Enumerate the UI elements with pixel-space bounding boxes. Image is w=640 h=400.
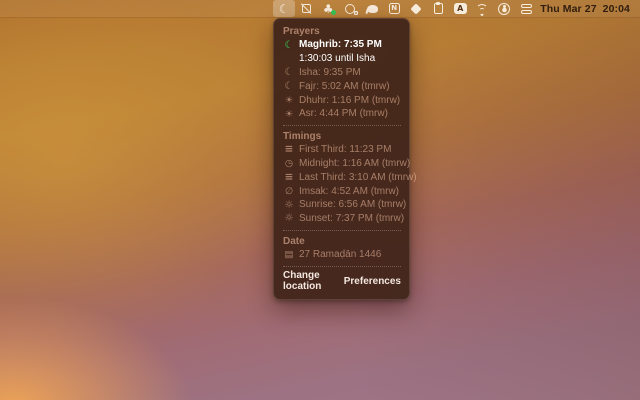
popover-footer: Change location Preferences: [283, 270, 401, 292]
prayer-row-label: Asr: 4:44 PM (tmrw): [299, 108, 388, 119]
clock-icon: [283, 158, 295, 169]
sun-icon: [283, 95, 295, 106]
prayer-row-label: Dhuhr: 1:16 PM (tmrw): [299, 95, 400, 106]
preferences-button[interactable]: Preferences: [344, 276, 401, 287]
crescent-moon-icon: [283, 40, 295, 51]
menubar-clock[interactable]: Thu Mar 27 20:04: [540, 3, 630, 15]
timing-row-sunset: Sunset: 7:37 PM (tmrw): [283, 212, 401, 226]
menu-bar-status-items: Thu Mar 27 20:04: [273, 0, 630, 17]
timing-row-imsak: Imsak: 4:52 AM (tmrw): [283, 184, 401, 198]
sun-icon: [283, 109, 295, 120]
menu-bar: Thu Mar 27 20:04: [0, 0, 640, 17]
prayer-row-dhuhr: Dhuhr: 1:16 PM (tmrw): [283, 93, 401, 107]
prayers-section-header: Prayers: [283, 25, 401, 38]
control-center-icon[interactable]: [515, 0, 537, 17]
prayer-row-label: Maghrib: 7:35 PM: [299, 39, 382, 50]
elephant-icon[interactable]: [361, 0, 383, 17]
prayer-row-isha: Isha: 9:35 PM: [283, 66, 401, 80]
crescent-moon-icon: [283, 67, 295, 78]
timing-row-first-third: First Third: 11:23 PM: [283, 143, 401, 157]
calendar-icon: [283, 249, 295, 260]
countdown-label: 1:30:03 until Isha: [299, 53, 375, 64]
sunrise-icon: [283, 200, 295, 211]
timing-row-last-third: Last Third: 3:10 AM (tmrw): [283, 170, 401, 184]
prayer-times-popover: Prayers Maghrib: 7:35 PM 1:30:03 until I…: [273, 18, 410, 300]
diamond-icon[interactable]: [405, 0, 427, 17]
clipboard-icon[interactable]: [427, 0, 449, 17]
timings-section-header: Timings: [283, 130, 401, 143]
thirds-icon: [283, 172, 295, 183]
timing-row-label: Midnight: 1:16 AM (tmrw): [299, 158, 410, 169]
notion-icon[interactable]: [383, 0, 405, 17]
timing-row-sunrise: Sunrise: 6:56 AM (tmrw): [283, 198, 401, 212]
divider: [283, 125, 401, 126]
timing-row-label: Sunrise: 6:56 AM (tmrw): [299, 199, 406, 210]
user-circle-icon[interactable]: [493, 0, 515, 17]
hijri-date-label: 27 Ramaḍān 1446: [299, 249, 381, 260]
timing-row-label: Sunset: 7:37 PM (tmrw): [299, 213, 404, 224]
prayer-row-asr: Asr: 4:44 PM (tmrw): [283, 107, 401, 121]
divider: [283, 230, 401, 231]
clock-lock-icon[interactable]: [339, 0, 361, 17]
thirds-icon: [283, 144, 295, 155]
prayer-row-maghrib: Maghrib: 7:35 PM: [283, 38, 401, 52]
date-row: 27 Ramaḍān 1446: [283, 248, 401, 262]
prayer-row-fajr: Fajr: 5:02 AM (tmrw): [283, 79, 401, 93]
crescent-moon-icon: [283, 81, 295, 92]
menubar-time: 20:04: [603, 3, 630, 15]
change-location-button[interactable]: Change location: [283, 270, 340, 292]
bell-slash-icon[interactable]: [295, 0, 317, 17]
input-source-icon[interactable]: [449, 0, 471, 17]
timing-row-midnight: Midnight: 1:16 AM (tmrw): [283, 157, 401, 171]
divider: [283, 266, 401, 267]
timing-row-label: Imsak: 4:52 AM (tmrw): [299, 186, 399, 197]
sunset-icon: [283, 213, 295, 224]
paw-icon[interactable]: [317, 0, 339, 17]
prayer-row-label: Fajr: 5:02 AM (tmrw): [299, 81, 390, 92]
menubar-date: Thu Mar 27: [540, 3, 596, 15]
prayer-row-label: Isha: 9:35 PM: [299, 67, 361, 78]
date-section-header: Date: [283, 235, 401, 248]
timing-row-label: First Third: 11:23 PM: [299, 144, 391, 155]
prayer-app-menubar-icon[interactable]: [273, 0, 295, 17]
ban-icon: [283, 186, 295, 197]
countdown-row: 1:30:03 until Isha: [283, 52, 401, 66]
timing-row-label: Last Third: 3:10 AM (tmrw): [299, 172, 417, 183]
wifi-icon[interactable]: [471, 0, 493, 17]
